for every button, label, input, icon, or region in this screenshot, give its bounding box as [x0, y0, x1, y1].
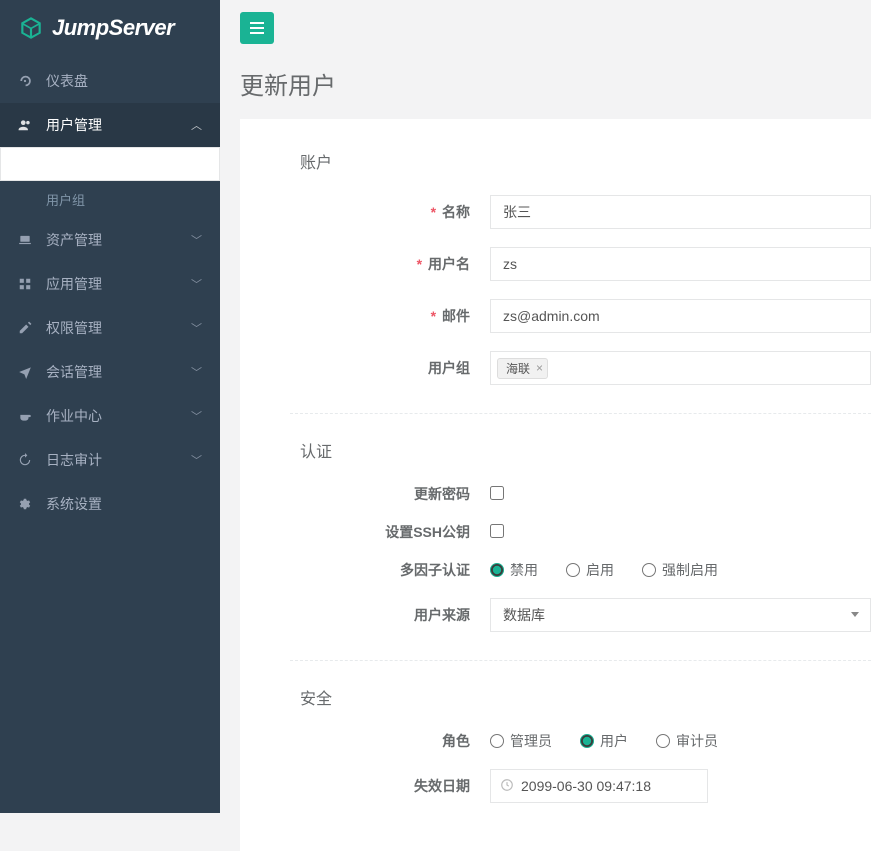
mfa-radio-enable[interactable]: 启用 [566, 560, 614, 580]
chevron-down-icon: ﹀ [191, 364, 202, 380]
role-radio-admin[interactable]: 管理员 [490, 731, 552, 751]
remove-tag-icon[interactable]: × [536, 361, 543, 375]
usergroup-tagbox[interactable]: 海联× [490, 351, 871, 385]
divider [290, 660, 871, 661]
sidebar-item-users[interactable]: 用户管理 ︿ [0, 103, 220, 147]
logo-icon [18, 15, 44, 41]
label-update-password: 更新密码 [300, 484, 490, 504]
label-mfa: 多因子认证 [300, 560, 490, 580]
role-radio-auditor[interactable]: 审计员 [656, 731, 718, 751]
expire-date-input[interactable] [490, 769, 708, 803]
hamburger-icon [250, 22, 264, 34]
mfa-radio-disable[interactable]: 禁用 [490, 560, 538, 580]
clock-icon [500, 778, 514, 795]
sidebar: JumpServer 仪表盘 用户管理 ︿ 用户列表 用户组 资产管理 ﹀ 应用… [0, 0, 220, 813]
label-username: * 用户名 [300, 254, 490, 274]
brand-logo: JumpServer [0, 0, 220, 59]
laptop-icon [18, 233, 36, 247]
sidebar-item-audit[interactable]: 日志审计 ﹀ [0, 438, 220, 482]
label-expire: 失效日期 [300, 776, 490, 796]
section-account: 账户 [300, 149, 871, 173]
update-password-checkbox[interactable] [490, 486, 504, 500]
coffee-icon [18, 409, 36, 423]
name-input[interactable] [490, 195, 871, 229]
history-icon [18, 453, 36, 467]
chevron-down-icon: ﹀ [191, 232, 202, 248]
sidebar-sub-user-group[interactable]: 用户组 [0, 181, 220, 218]
sidebar-item-assets[interactable]: 资产管理 ﹀ [0, 218, 220, 262]
page-title: 更新用户 [240, 44, 851, 119]
label-usergroup: 用户组 [300, 358, 490, 378]
toggle-sidebar-button[interactable] [240, 12, 274, 44]
users-icon [18, 118, 36, 132]
role-radio-user[interactable]: 用户 [580, 731, 628, 751]
username-input[interactable] [490, 247, 871, 281]
sidebar-sub-user-list[interactable]: 用户列表 [0, 147, 220, 181]
sidebar-item-jobs[interactable]: 作业中心 ﹀ [0, 394, 220, 438]
sidebar-item-dashboard[interactable]: 仪表盘 [0, 59, 220, 103]
plane-icon [18, 365, 36, 379]
form-card: 账户 * 名称 * 用户名 * 邮件 用户组 海联× 认证 更新密码 [240, 119, 871, 851]
dashboard-icon [18, 74, 36, 88]
chevron-down-icon: ﹀ [191, 320, 202, 336]
source-select[interactable]: 数据库 [490, 598, 871, 632]
label-email: * 邮件 [300, 306, 490, 326]
sidebar-item-sessions[interactable]: 会话管理 ﹀ [0, 350, 220, 394]
mfa-radio-force[interactable]: 强制启用 [642, 560, 718, 580]
sidebar-item-apps[interactable]: 应用管理 ﹀ [0, 262, 220, 306]
cogs-icon [18, 497, 36, 511]
label-source: 用户来源 [300, 605, 490, 625]
usergroup-tag: 海联× [497, 358, 548, 379]
section-auth: 认证 [300, 438, 871, 462]
divider [290, 413, 871, 414]
edit-icon [18, 321, 36, 335]
label-role: 角色 [300, 731, 490, 751]
section-security: 安全 [300, 685, 871, 709]
grid-icon [18, 277, 36, 291]
label-name: * 名称 [300, 202, 490, 222]
chevron-down-icon: ﹀ [191, 452, 202, 468]
sidebar-item-settings[interactable]: 系统设置 [0, 482, 220, 526]
label-ssh-key: 设置SSH公钥 [300, 522, 490, 542]
sidebar-item-perms[interactable]: 权限管理 ﹀ [0, 306, 220, 350]
chevron-down-icon: ﹀ [191, 408, 202, 424]
main-content: 更新用户 账户 * 名称 * 用户名 * 邮件 用户组 海联× 认证 更新 [220, 0, 871, 851]
email-input[interactable] [490, 299, 871, 333]
chevron-up-icon: ︿ [191, 117, 202, 133]
chevron-down-icon: ﹀ [191, 276, 202, 292]
ssh-key-checkbox[interactable] [490, 524, 504, 538]
